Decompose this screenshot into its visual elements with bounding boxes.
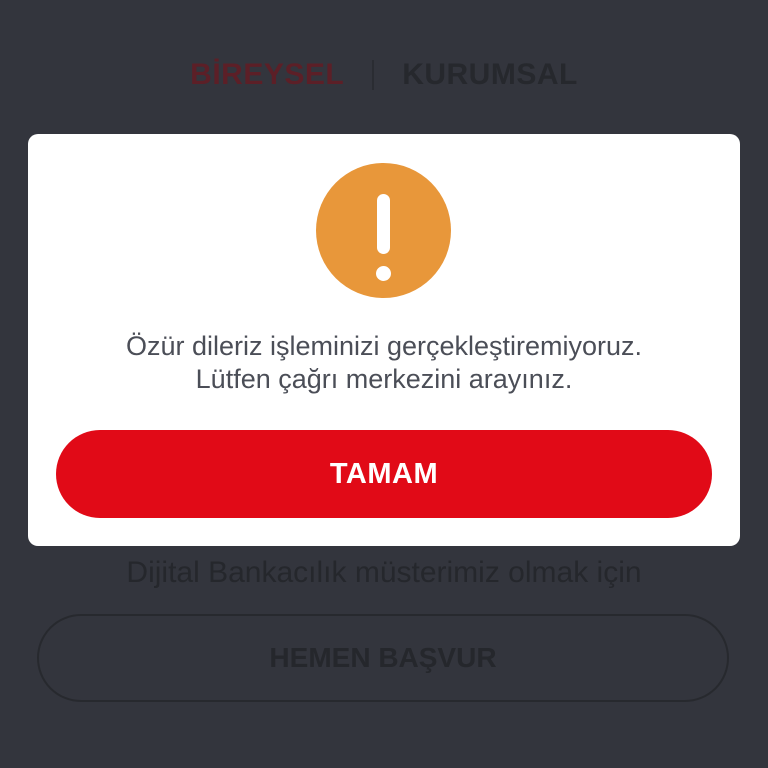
exclamation-icon [316,163,451,298]
error-message: Özür dileriz işleminizi gerçekleştiremiy… [28,330,740,396]
tab-kurumsal[interactable]: KURUMSAL [374,58,606,92]
become-customer-hint: Dijital Bankacılık müsterimiz olmak için [126,556,642,589]
apply-now-button[interactable]: HEMEN BAŞVUR [37,614,729,702]
customer-type-tabs: BİREYSEL KURUMSAL [0,52,768,98]
ok-button[interactable]: TAMAM [56,430,712,518]
exclamation-bar [377,194,390,254]
error-dialog: Özür dileriz işleminizi gerçekleştiremiy… [28,134,740,546]
exclamation-dot [376,266,391,281]
error-message-line1: Özür dileriz işleminizi gerçekleştiremiy… [125,331,643,361]
tab-bireysel[interactable]: BİREYSEL [162,58,372,92]
error-message-line2: Lütfen çağrı merkezini arayınız. [195,364,573,394]
